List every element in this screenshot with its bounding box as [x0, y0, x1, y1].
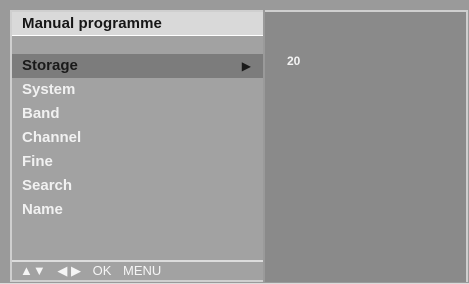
menu-item-band[interactable]: Band	[12, 102, 263, 126]
nav-leftright-icon: ◀ ▶	[57, 263, 81, 278]
menu-item-label: Storage	[22, 57, 78, 74]
menu-item-label: System	[22, 81, 76, 98]
footer-hints: ▲▼ ◀ ▶ OK MENU	[20, 263, 169, 279]
menu-item-storage[interactable]: Storage ▶	[12, 54, 263, 78]
menu-footer: ▲▼ ◀ ▶ OK MENU	[12, 260, 263, 280]
menu-item-search[interactable]: Search	[12, 174, 263, 198]
ok-hint: OK	[92, 263, 112, 278]
menu-header: Manual programme	[12, 12, 263, 36]
nav-updown-icon: ▲▼	[20, 263, 46, 278]
menu-item-label: Name	[22, 201, 63, 218]
menu-item-label: Channel	[22, 129, 82, 146]
menu-hint: MENU	[123, 263, 162, 278]
arrow-right-icon: ▶	[241, 59, 251, 73]
menu-item-name[interactable]: Name	[12, 198, 263, 222]
menu-item-label: Fine	[22, 153, 53, 170]
tv-menu-screen: Manual programme Storage ▶ System Band C…	[0, 0, 469, 284]
storage-value: 20	[287, 54, 301, 68]
menu-list: Storage ▶ System Band Channel Fine Searc…	[12, 54, 263, 222]
menu-item-channel[interactable]: Channel	[12, 126, 263, 150]
menu-item-system[interactable]: System	[12, 78, 263, 102]
menu-title: Manual programme	[22, 15, 162, 32]
detail-panel: 20	[265, 10, 468, 282]
menu-item-label: Band	[22, 105, 60, 122]
menu-item-label: Search	[22, 177, 73, 194]
menu-item-fine[interactable]: Fine	[12, 150, 263, 174]
menu-panel: Manual programme Storage ▶ System Band C…	[10, 10, 263, 282]
